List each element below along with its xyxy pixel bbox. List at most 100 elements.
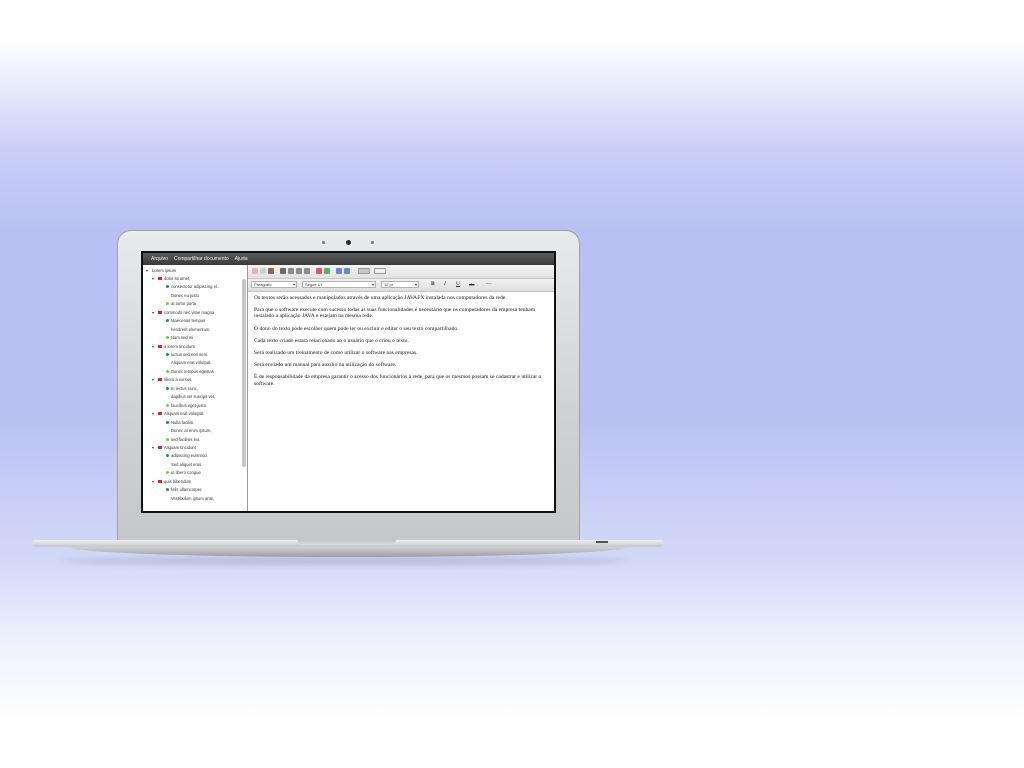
bullet-list-icon[interactable]	[336, 268, 342, 274]
font-size-select[interactable]: 12 pt ▾	[381, 281, 419, 288]
document-marker-icon	[166, 454, 169, 458]
folder-marker-icon	[158, 479, 162, 483]
document-paragraph: Será enviado um manual para auxílio na u…	[254, 362, 397, 369]
tree-item[interactable]: Donec tempus egestas	[166, 367, 214, 375]
expand-arrow-icon[interactable]: ▾	[152, 479, 156, 484]
tree-item-label: Maecenas tempus	[171, 318, 206, 324]
tree-item[interactable]: ▾ libero a cursus.	[152, 376, 192, 384]
tree-item[interactable]: at tortor porta	[166, 300, 196, 308]
editor-toolbar-top	[248, 265, 554, 279]
paragraph-style-select[interactable]: Parágrafo ▾	[251, 281, 297, 288]
document-marker-icon	[166, 403, 169, 407]
folder-marker-icon	[158, 445, 162, 449]
expand-arrow-icon[interactable]: ▾	[152, 377, 156, 382]
tree-item[interactable]: Nam sed mi	[166, 334, 193, 342]
tree-item-label: ut libero congue	[171, 470, 201, 476]
chevron-down-icon: ▾	[292, 282, 295, 287]
tree-item[interactable]: ▾ quis bibendum	[152, 477, 191, 485]
italic-button[interactable]: I	[444, 281, 446, 287]
tree-item[interactable]: adipiscing euismod.	[166, 452, 208, 460]
underline-button[interactable]: U	[456, 281, 460, 287]
align-center-icon[interactable]	[288, 268, 294, 274]
expand-arrow-icon[interactable]: ▾	[152, 411, 156, 416]
cut-icon[interactable]	[252, 268, 258, 274]
tree-item[interactable]: ▾ dolor sit amet,	[152, 274, 190, 282]
tree-item[interactable]: ▾ commodo nec vitae magna	[152, 308, 214, 316]
highlight-color-icon[interactable]	[374, 268, 386, 274]
tree-item[interactable]: In lectus nunc,	[166, 384, 198, 392]
folder-marker-icon	[158, 378, 162, 382]
font-family-value: Segoe UI	[305, 282, 322, 287]
document-marker-icon	[166, 302, 169, 306]
expand-arrow-icon[interactable]: ▾	[152, 310, 156, 315]
lid-notch	[298, 540, 396, 545]
document-paragraph: Os textos serão acessados e manipulados …	[254, 295, 507, 301]
align-justify-icon[interactable]	[304, 268, 310, 274]
document-paragraph: É de responsabilidade da empresa garanti…	[254, 374, 542, 387]
bold-button[interactable]: B	[431, 281, 435, 287]
expand-arrow-icon[interactable]: ▾	[152, 344, 156, 349]
folder-marker-icon	[158, 412, 162, 416]
tree-item-label: Nulla facilisi.	[171, 419, 195, 425]
document-marker-icon	[166, 369, 169, 373]
tree-item-label: Lorem ipsum	[152, 267, 177, 273]
horizontal-rule-button[interactable]: —	[486, 281, 492, 287]
sensor-dot-right	[371, 241, 374, 244]
expand-arrow-icon[interactable]: ▾	[146, 268, 150, 273]
tree-item[interactable]: ut libero congue	[166, 469, 201, 477]
text-color-icon[interactable]	[358, 268, 370, 274]
tree-item-label: Donec at enim ipsum,	[171, 428, 212, 434]
tree-item-label: sed facilisis leo.	[171, 436, 201, 442]
tree-item-label: adipiscing euismod.	[171, 453, 208, 459]
paste-icon[interactable]	[268, 268, 274, 274]
tree-item[interactable]: ▾ Aliquam tincidunt	[152, 443, 196, 451]
align-left-icon[interactable]	[280, 268, 286, 274]
tree-item[interactable]: Aliquam erat volutpat.	[166, 359, 212, 367]
laptop-base-bottom	[70, 547, 626, 557]
document-marker-icon	[166, 353, 169, 356]
document-marker-icon	[166, 471, 169, 475]
tree-item[interactable]: dapibus vel suscipit vel,	[166, 393, 215, 401]
numbered-list-icon[interactable]	[344, 268, 350, 274]
tree-item[interactable]: Donec at enim ipsum,	[166, 427, 212, 435]
menu-arquivo[interactable]: Arquivo	[151, 256, 168, 262]
tree-item[interactable]: hendrerit elementum.	[166, 325, 211, 333]
menu-bar: Arquivo Compartilhar documento Ajuda	[143, 253, 554, 265]
tree-item[interactable]: sed facilisis leo.	[166, 435, 200, 443]
copy-icon[interactable]	[260, 268, 266, 274]
document-body[interactable]: Os textos serão acessados e manipulados …	[254, 295, 550, 393]
webcam	[346, 240, 351, 245]
tree-item[interactable]: felis ullamcorper.	[166, 486, 202, 494]
tree-item[interactable]: ▾ a lorem tincidunt	[152, 342, 195, 350]
tree-item-label: consectetur adipiscing el..	[171, 284, 220, 290]
indent-icon[interactable]	[324, 268, 330, 274]
chevron-down-icon: ▾	[414, 282, 417, 287]
tree-item[interactable]: luctus sed non sem.	[166, 351, 208, 359]
expand-arrow-icon[interactable]: ▾	[152, 445, 156, 450]
font-family-select[interactable]: Segoe UI ▾	[302, 281, 376, 288]
tree-item[interactable]: Nulla facilisi.	[166, 418, 194, 426]
tree-item[interactable]: Sed aliquet eros	[166, 460, 201, 468]
tree-item[interactable]: ▾ Lorem ipsum	[146, 266, 176, 274]
expand-arrow-icon[interactable]: ▾	[152, 276, 156, 281]
tree-item-label: felis ullamcorper.	[171, 487, 203, 493]
tree-item-label: Vestibulum ipsum ante,	[171, 495, 215, 501]
tree-item[interactable]: Donec eu justo	[166, 291, 199, 299]
outdent-icon[interactable]	[316, 268, 322, 274]
tree-scrollbar[interactable]	[242, 279, 246, 467]
menu-compartilhar[interactable]: Compartilhar documento	[174, 256, 229, 262]
strikethrough-button[interactable]: abc	[469, 282, 475, 287]
tree-item[interactable]: ▾ Aliquam erat volutpat.	[152, 410, 205, 418]
tree-item[interactable]: Vestibulum ipsum ante,	[166, 494, 214, 502]
tree-item-label: quis bibendum	[164, 478, 192, 484]
menu-ajuda[interactable]: Ajuda	[235, 256, 248, 262]
folder-marker-icon	[158, 344, 162, 348]
tree-item[interactable]: Maecenas tempus	[166, 317, 205, 325]
tree-item-label: dolor sit amet,	[164, 275, 191, 281]
tree-item[interactable]: faucibus eget justo.	[166, 401, 207, 409]
tree-item[interactable]: consectetur adipiscing el..	[166, 283, 219, 291]
tree-item-label: commodo nec vitae magna	[164, 309, 215, 315]
align-right-icon[interactable]	[296, 268, 302, 274]
document-marker-icon	[166, 336, 169, 340]
tree-item-label: faucibus eget justo.	[171, 402, 208, 408]
